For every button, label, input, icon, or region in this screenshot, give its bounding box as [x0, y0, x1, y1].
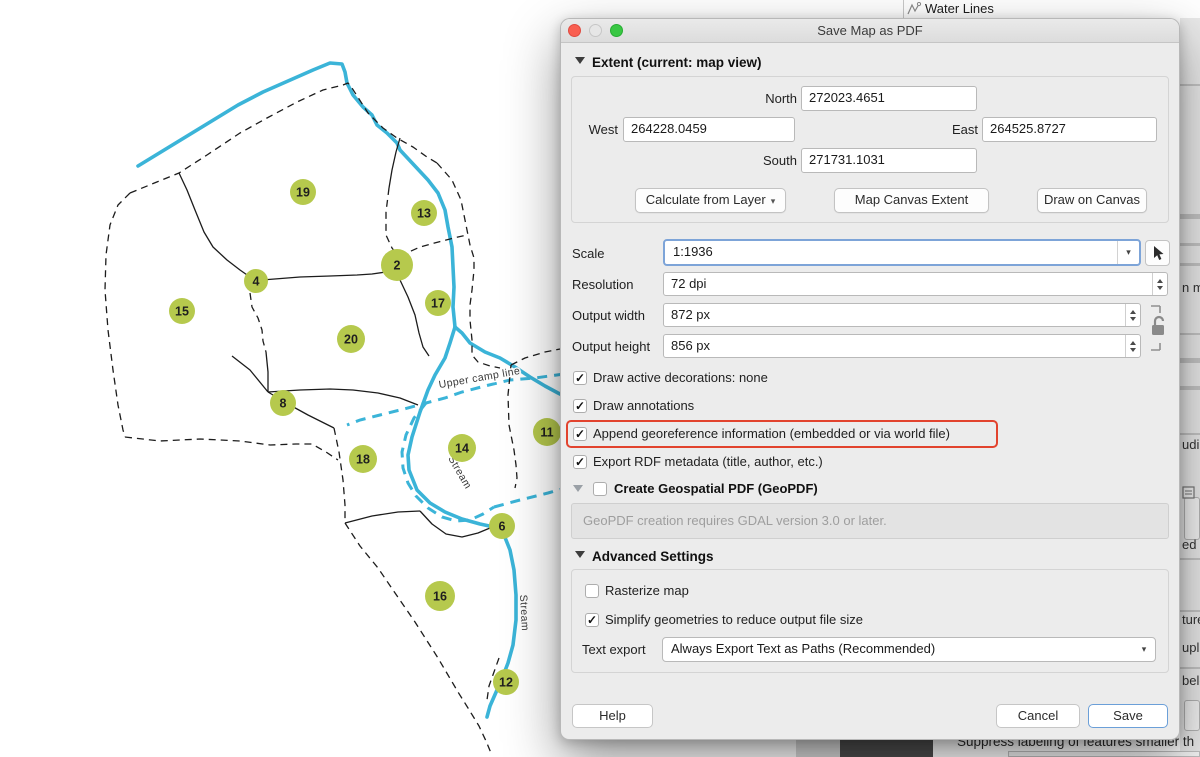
text-export-label: Text export	[582, 642, 646, 657]
map-marker-number: 16	[433, 590, 447, 604]
advanced-header[interactable]: Advanced Settings	[592, 549, 714, 564]
chevron-down-icon: ▾	[771, 196, 776, 206]
map-text-label: Stream	[517, 594, 531, 631]
screen: Upper camp lineStreamStream 191324171520…	[0, 0, 1200, 757]
export-rdf-checkbox[interactable]: ✓	[573, 455, 587, 469]
map-canvas-extent-button[interactable]: Map Canvas Extent	[834, 188, 989, 213]
text-export-dropdown[interactable]: Always Export Text as Paths (Recommended…	[662, 637, 1156, 662]
export-rdf-label: Export RDF metadata (title, author, etc.…	[593, 454, 823, 469]
geopdf-checkbox[interactable]	[593, 482, 607, 496]
help-button[interactable]: Help	[572, 704, 653, 728]
map-markers: 19 13 2 4 17 15 20 8 14 11 18 6 16 12	[169, 179, 561, 695]
map-marker-number: 2	[394, 259, 401, 273]
map-marker-number: 8	[280, 397, 287, 411]
resolution-label: Resolution	[572, 277, 633, 292]
save-map-as-pdf-dialog: Save Map as PDF Extent (current: map vie…	[560, 18, 1180, 740]
geopdf-collapse-icon[interactable]	[573, 485, 583, 492]
map-marker-number: 17	[431, 297, 445, 311]
cursor-icon	[1150, 245, 1166, 262]
rasterize-label: Rasterize map	[605, 583, 689, 598]
east-label: East	[911, 122, 978, 137]
simplify-checkbox[interactable]: ✓	[585, 613, 599, 627]
set-scale-from-canvas-button[interactable]	[1145, 240, 1170, 266]
north-field[interactable]: 272023.4651	[801, 86, 977, 111]
resolution-field[interactable]: 72 dpi	[663, 272, 1168, 296]
append-georeference-checkbox[interactable]: ✓	[573, 427, 587, 441]
map-marker-number: 11	[540, 426, 553, 440]
map-marker-number: 4	[253, 275, 260, 289]
background-text-fragment: ture	[1182, 612, 1200, 627]
output-width-spinner[interactable]	[1125, 304, 1140, 326]
output-width-field[interactable]: 872 px	[663, 303, 1141, 327]
background-field-fragment	[1008, 751, 1200, 757]
west-field[interactable]: 264228.0459	[623, 117, 795, 142]
dialog-titlebar[interactable]: Save Map as PDF	[561, 19, 1179, 43]
draw-decorations-label: Draw active decorations: none	[593, 370, 768, 385]
extent-header[interactable]: Extent (current: map view)	[592, 55, 762, 70]
chevron-down-icon: ▾	[1133, 638, 1155, 661]
geopdf-note: GeoPDF creation requires GDAL version 3.…	[571, 503, 1169, 539]
resolution-spinner[interactable]	[1152, 273, 1167, 295]
lock-aspect-ratio-icon[interactable]	[1147, 303, 1171, 353]
background-text-fragment: n m	[1182, 280, 1200, 295]
calculate-from-layer-button[interactable]: Calculate from Layer▾	[635, 188, 786, 213]
draw-decorations-checkbox[interactable]: ✓	[573, 371, 587, 385]
map-marker-number: 12	[499, 676, 513, 690]
background-text-fragment: upli	[1182, 640, 1200, 655]
map-marker-number: 6	[499, 520, 506, 534]
south-label: South	[701, 153, 797, 168]
scale-combobox[interactable]: 1:1936 ▾	[663, 239, 1141, 266]
chevron-down-icon[interactable]: ▾	[1117, 241, 1139, 264]
background-text-fragment: udin	[1182, 437, 1200, 452]
simplify-label: Simplify geometries to reduce output fil…	[605, 612, 863, 627]
text-export-value: Always Export Text as Paths (Recommended…	[671, 641, 935, 656]
map-marker-number: 15	[175, 305, 189, 319]
map-marker-number: 18	[356, 453, 370, 467]
parcel-lines-dashed	[105, 83, 560, 753]
line-layer-icon	[907, 2, 922, 16]
west-label: West	[571, 122, 618, 137]
north-label: North	[701, 91, 797, 106]
geopdf-label[interactable]: Create Geospatial PDF (GeoPDF)	[614, 481, 818, 496]
map-marker-number: 14	[455, 442, 469, 456]
scale-value: 1:1936	[673, 244, 713, 259]
output-width-label: Output width	[572, 308, 645, 323]
advanced-collapse-icon[interactable]	[575, 551, 585, 558]
draw-annotations-checkbox[interactable]: ✓	[573, 399, 587, 413]
output-height-label: Output height	[572, 339, 650, 354]
output-height-field[interactable]: 856 px	[663, 334, 1141, 358]
save-button[interactable]: Save	[1088, 704, 1168, 728]
map-marker-number: 19	[296, 186, 310, 200]
map-canvas[interactable]: Upper camp lineStreamStream 191324171520…	[0, 0, 600, 757]
background-window-edge: n m udin ed ture upli bele	[1180, 18, 1200, 757]
scale-label: Scale	[572, 246, 605, 261]
output-height-spinner[interactable]	[1125, 335, 1140, 357]
layer-label: Water Lines	[925, 1, 994, 16]
form-icon-fragment	[1182, 486, 1196, 500]
layer-panel-item[interactable]: Water Lines	[893, 0, 1200, 19]
extent-collapse-icon[interactable]	[575, 57, 585, 64]
map-marker-number: 20	[344, 333, 358, 347]
map-marker-number: 13	[417, 207, 431, 221]
panel-divider	[903, 0, 904, 19]
background-text-fragment: ed	[1182, 537, 1196, 552]
background-text-fragment: bele	[1182, 673, 1200, 688]
append-georeference-label: Append georeference information (embedde…	[593, 426, 950, 441]
east-field[interactable]: 264525.8727	[982, 117, 1157, 142]
rasterize-checkbox[interactable]	[585, 584, 599, 598]
cancel-button[interactable]: Cancel	[996, 704, 1080, 728]
draw-on-canvas-button[interactable]: Draw on Canvas	[1037, 188, 1147, 213]
draw-annotations-label: Draw annotations	[593, 398, 694, 413]
south-field[interactable]: 271731.1031	[801, 148, 977, 173]
dialog-title: Save Map as PDF	[561, 23, 1179, 38]
